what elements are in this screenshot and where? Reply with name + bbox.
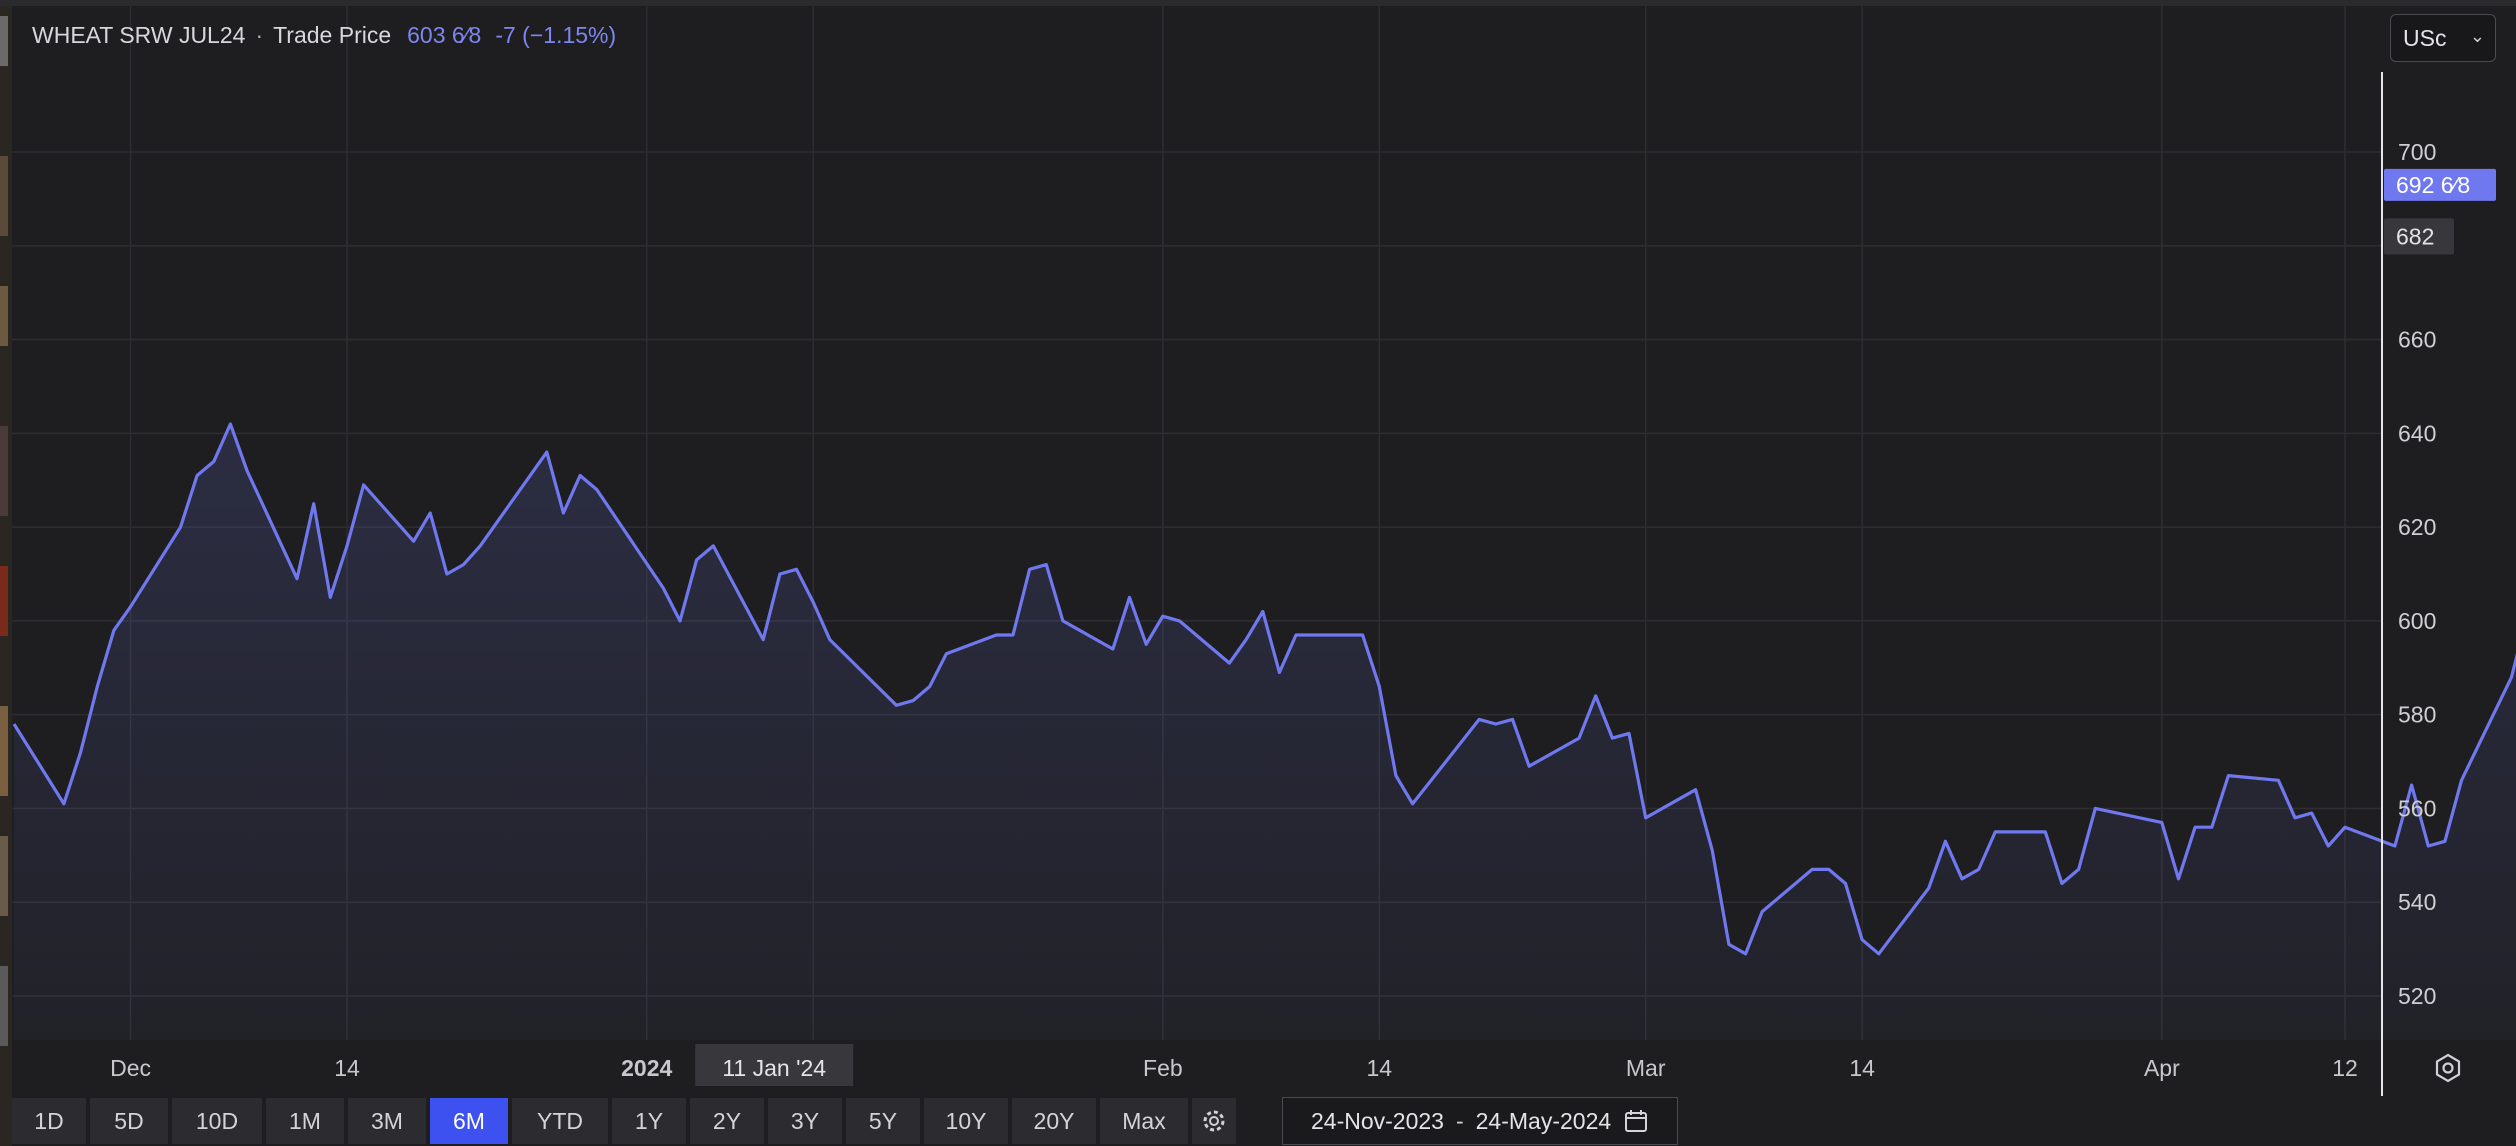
x-tick-label: 14 [1367, 1055, 1393, 1081]
x-tick-label: Apr [2144, 1055, 2180, 1081]
chart-header: WHEAT SRW JUL24 · Trade Price 603 6⁄8 -7… [32, 22, 616, 49]
y-tick-label: 620 [2398, 514, 2436, 540]
y-tick-label: 640 [2398, 420, 2436, 446]
gear-icon [1203, 1110, 1225, 1132]
currency-value: USc [2403, 24, 2447, 51]
currency-select[interactable]: USc ⌄ [2390, 14, 2496, 62]
price-area-fill [14, 424, 2516, 1040]
x-tick-label: Dec [110, 1055, 151, 1081]
date-range-picker[interactable]: 24-Nov-2023 - 24-May-2024 [1282, 1097, 1678, 1145]
x-tick-label: 11 Jan '24 [722, 1055, 826, 1081]
y-tick-label: 600 [2398, 608, 2436, 634]
instrument-symbol: WHEAT SRW JUL24 [32, 22, 246, 48]
timeframe-button-1d[interactable]: 1D [12, 1098, 86, 1144]
y-tick-label: 700 [2398, 139, 2436, 165]
date-range-start: 24-Nov-2023 [1311, 1107, 1444, 1134]
y-tick-label: 560 [2398, 795, 2436, 821]
current-price: 603 6⁄8 [407, 22, 482, 48]
timeframe-button-1m[interactable]: 1M [266, 1098, 344, 1144]
x-tick-label: Mar [1626, 1055, 1666, 1081]
x-tick-label: 2024 [621, 1055, 672, 1081]
timeframe-button-2y[interactable]: 2Y [690, 1098, 764, 1144]
timeframe-button-1y[interactable]: 1Y [612, 1098, 686, 1144]
timeframe-button-3m[interactable]: 3M [348, 1098, 426, 1144]
x-tick-label: 14 [1849, 1055, 1875, 1081]
y-tick-label: 540 [2398, 889, 2436, 915]
header-separator: · [255, 22, 264, 48]
price-chart[interactable]: 520540560580600620640660680700 Dec142024… [0, 0, 2516, 1146]
timeframe-button-max[interactable]: Max [1100, 1098, 1188, 1144]
chevron-down-icon: ⌄ [2469, 26, 2485, 46]
x-tick-label: Feb [1143, 1055, 1183, 1081]
last-price-label: 692 6⁄8 [2396, 172, 2470, 198]
crosshair-price-label: 682 [2396, 223, 2434, 249]
timeframe-button-5y[interactable]: 5Y [846, 1098, 920, 1144]
y-tick-label: 520 [2398, 983, 2436, 1009]
time-axis: Dec14202411 Jan '24Feb14Mar14Apr12May14 [110, 1044, 2358, 1086]
date-range-end: 24-May-2024 [1475, 1107, 1612, 1134]
x-tick-label: 12 [2332, 1055, 2358, 1081]
y-tick-label: 580 [2398, 702, 2436, 728]
gear-icon [2435, 1053, 2461, 1083]
calendar-icon [1625, 1110, 1648, 1132]
timeframe-button-3y[interactable]: 3Y [768, 1098, 842, 1144]
timeframe-button-6m[interactable]: 6M [430, 1098, 508, 1144]
chart-settings-button[interactable] [2420, 1050, 2476, 1086]
date-range-separator: - [1455, 1107, 1464, 1134]
timeframe-button-ytd[interactable]: YTD [512, 1098, 608, 1144]
price-type-label: Trade Price [273, 22, 392, 48]
timeframe-button-10d[interactable]: 10D [172, 1098, 262, 1144]
price-change: -7 (−1.15%) [495, 22, 617, 48]
price-badges: 692 6⁄8 682 [2384, 168, 2496, 255]
x-tick-label: 14 [334, 1055, 360, 1081]
y-tick-label: 660 [2398, 327, 2436, 353]
timeframe-settings-button[interactable] [1192, 1098, 1236, 1144]
timeframe-toolbar: 1D 5D 10D 1M 3M 6M YTD 1Y 2Y 3Y 5Y 10Y 20Y Max [12, 1098, 1236, 1144]
timeframe-button-20y[interactable]: 20Y [1012, 1098, 1096, 1144]
timeframe-button-5d[interactable]: 5D [90, 1098, 168, 1144]
timeframe-button-10y[interactable]: 10Y [924, 1098, 1008, 1144]
